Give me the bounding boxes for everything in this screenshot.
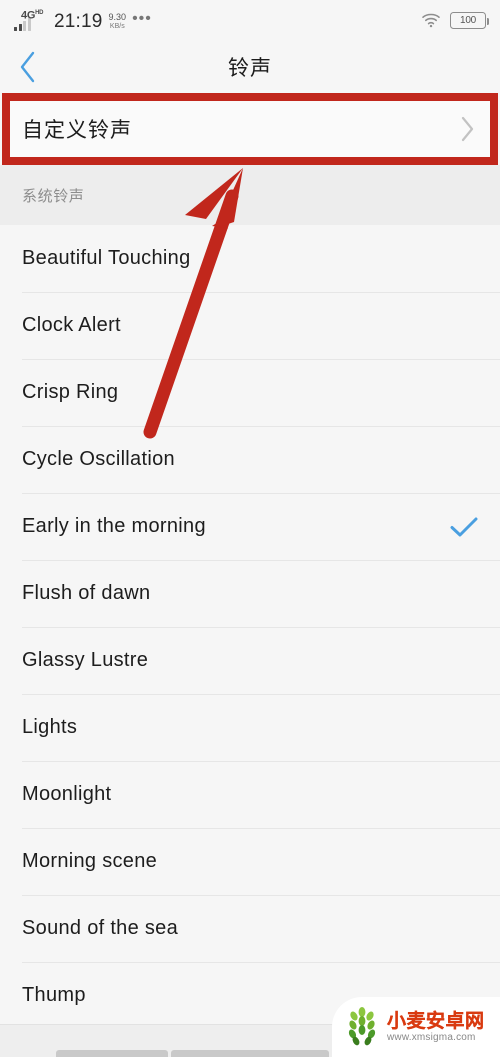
cellular-signal-icon: 4GHD (14, 8, 48, 32)
ringtone-list: Beautiful Touching Clock Alert Crisp Ring C… (0, 225, 500, 1029)
clock-label: 21:19 (54, 11, 103, 32)
status-bar-right: 100 (421, 11, 489, 29)
ringtone-row[interactable]: Beautiful Touching (0, 225, 500, 292)
app-header: 铃声 (0, 40, 500, 94)
ringtone-row[interactable]: Sound of the sea (0, 895, 500, 962)
chevron-right-icon (461, 116, 474, 142)
chevron-left-icon (20, 51, 35, 83)
network-speed-indicator: 9.30 KB/s (109, 13, 127, 31)
watermark-text: 小麦安卓网 www.xmsigma.com (387, 1010, 485, 1044)
ringtone-row[interactable]: Crisp Ring (0, 359, 500, 426)
ringtone-row[interactable]: Clock Alert (0, 292, 500, 359)
phone-screen: 4GHD 21:19 9.30 KB/s ••• 100 铃声 自定义铃声 系统… (0, 0, 500, 1057)
custom-ringtone-row[interactable]: 自定义铃声 (2, 93, 498, 165)
ringtone-name-label: Clock Alert (22, 314, 121, 336)
status-bar: 4GHD 21:19 9.30 KB/s ••• 100 (0, 0, 500, 40)
watermark-site-url: www.xmsigma.com (387, 1031, 476, 1043)
back-button[interactable] (0, 40, 56, 94)
battery-level-label: 100 (459, 14, 477, 26)
ringtone-row[interactable]: Early in the morning (0, 493, 500, 560)
nav-bar-recents[interactable] (56, 1050, 168, 1057)
ringtone-name-label: Early in the morning (22, 515, 206, 537)
section-header-system-ringtones: 系统铃声 (0, 165, 500, 225)
checkmark-icon (450, 517, 478, 536)
ringtone-name-label: Moonlight (22, 783, 112, 805)
ringtone-name-label: Beautiful Touching (22, 247, 191, 269)
nav-bar-home[interactable] (171, 1050, 329, 1057)
watermark-site-name: 小麦安卓网 (387, 1010, 485, 1032)
ringtone-name-label: Flush of dawn (22, 582, 151, 604)
page-title: 铃声 (228, 57, 272, 80)
ringtone-name-label: Cycle Oscillation (22, 448, 175, 470)
ringtone-name-label: Morning scene (22, 850, 158, 872)
section-header-label: 系统铃声 (22, 187, 85, 205)
network-speed-unit: KB/s (109, 23, 125, 30)
network-type-label: 4GHD (21, 9, 44, 22)
custom-ringtone-label: 自定义铃声 (22, 119, 132, 142)
ringtone-name-label: Thump (22, 984, 86, 1006)
watermark: 小麦安卓网 www.xmsigma.com (332, 997, 500, 1057)
wifi-icon (422, 13, 440, 28)
ringtone-name-label: Sound of the sea (22, 917, 179, 939)
network-speed-value: 9.30 (108, 12, 127, 22)
ringtone-name-label: Crisp Ring (22, 381, 119, 403)
ringtone-row[interactable]: Lights (0, 694, 500, 761)
status-bar-left: 4GHD 21:19 9.30 KB/s ••• (14, 8, 152, 32)
ringtone-name-label: Lights (22, 716, 78, 738)
ringtone-row[interactable]: Flush of dawn (0, 560, 500, 627)
battery-icon: 100 (450, 11, 489, 29)
ringtone-row[interactable]: Morning scene (0, 828, 500, 895)
overflow-dots-icon: ••• (132, 10, 152, 27)
ringtone-name-label: Glassy Lustre (22, 649, 149, 671)
ringtone-row[interactable]: Glassy Lustre (0, 627, 500, 694)
ringtone-row[interactable]: Cycle Oscillation (0, 426, 500, 493)
wheat-logo-icon (348, 1007, 376, 1046)
ringtone-row[interactable]: Moonlight (0, 761, 500, 828)
